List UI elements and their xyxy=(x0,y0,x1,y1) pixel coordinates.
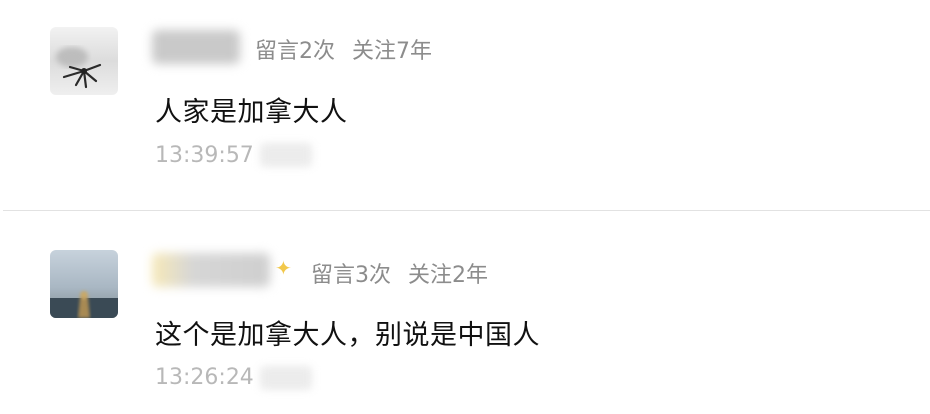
follow-duration: 关注2年 xyxy=(408,263,488,288)
location-blurred xyxy=(260,366,312,390)
message-count: 留言2次 xyxy=(255,39,335,64)
avatar-image xyxy=(50,250,118,318)
comment-time: 13:26:24 xyxy=(155,365,254,390)
location-blurred xyxy=(260,143,312,167)
username-blurred[interactable] xyxy=(152,253,270,287)
message-count: 留言3次 xyxy=(311,263,391,288)
avatar-image xyxy=(50,27,118,95)
user-stats: 留言3次 关注2年 xyxy=(311,257,488,289)
avatar[interactable] xyxy=(50,27,118,95)
comment-time: 13:39:57 xyxy=(155,143,254,168)
comment-text: 人家是加拿大人 xyxy=(155,97,348,128)
avatar[interactable] xyxy=(50,250,118,318)
username-blurred[interactable] xyxy=(152,30,240,64)
user-stats: 留言2次 关注7年 xyxy=(255,33,432,65)
comment-text: 这个是加拿大人，别说是中国人 xyxy=(155,320,540,351)
sparkle-icon: ✦ xyxy=(275,256,292,280)
divider xyxy=(3,210,930,211)
follow-duration: 关注7年 xyxy=(352,39,432,64)
